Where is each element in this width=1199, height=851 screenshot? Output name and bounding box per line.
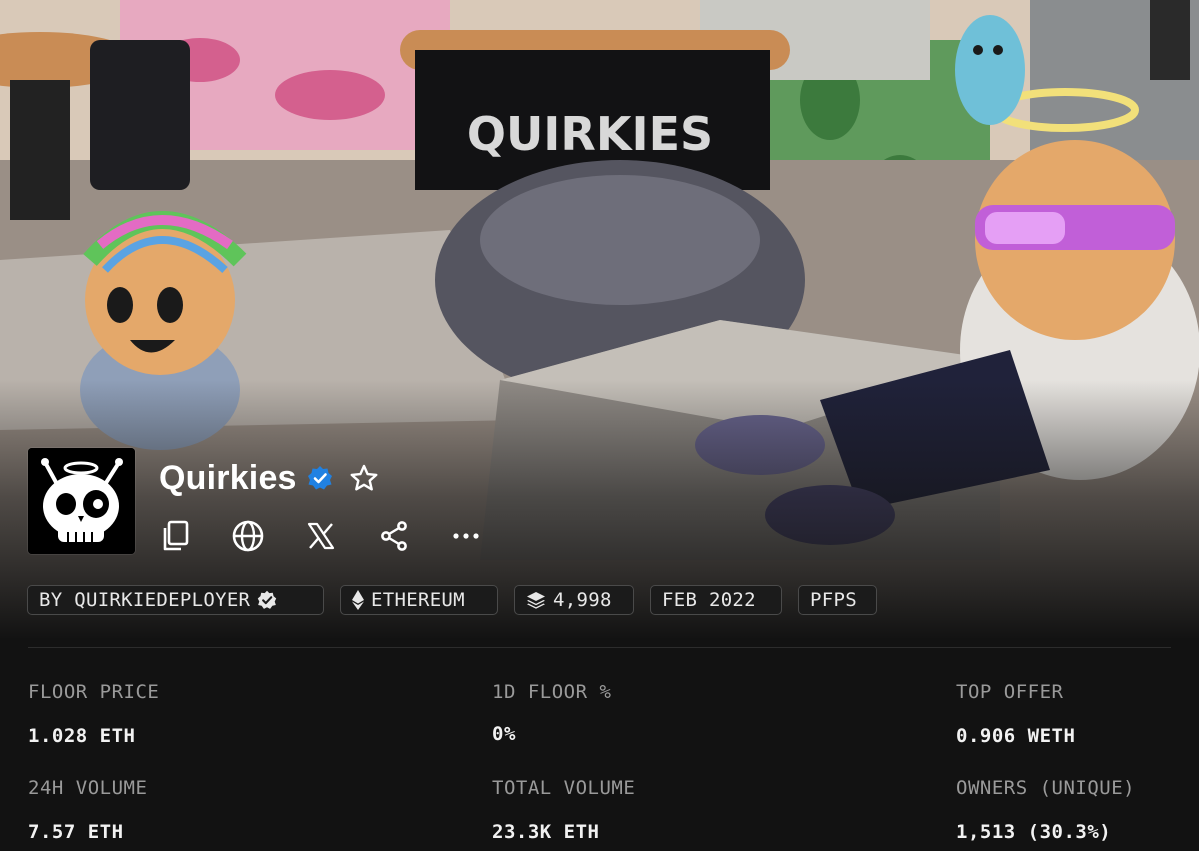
globe-icon xyxy=(232,520,264,552)
floor-change-value: 0% xyxy=(492,723,516,745)
ethereum-icon xyxy=(352,590,364,610)
collection-title: Quirkies xyxy=(159,458,297,497)
chain-label: ETHEREUM xyxy=(371,589,465,611)
top-offer-label: TOP OFFER xyxy=(956,681,1064,703)
copy-icon xyxy=(163,520,189,551)
creator-chip[interactable]: BY QUIRKIEDEPLOYER xyxy=(27,585,324,615)
share-button[interactable] xyxy=(374,516,414,556)
more-icon xyxy=(453,533,479,539)
created-date-chip: FEB 2022 xyxy=(650,585,782,615)
section-divider xyxy=(28,647,1171,648)
verified-badge-icon xyxy=(258,590,277,609)
floor-price-value: 1.028 ETH xyxy=(28,725,136,747)
x-twitter-button[interactable] xyxy=(301,516,341,556)
creator-label: BY QUIRKIEDEPLOYER xyxy=(39,589,251,611)
chain-chip[interactable]: ETHEREUM xyxy=(340,585,498,615)
collection-title-row: Quirkies xyxy=(159,455,379,501)
top-offer-value: 0.906 WETH xyxy=(956,725,1076,747)
items-count-chip: 4,998 xyxy=(514,585,634,615)
category-label: PFPS xyxy=(810,589,857,611)
owners-value: 1,513 (30.3%) xyxy=(956,821,1112,843)
more-button[interactable] xyxy=(446,516,486,556)
website-button[interactable] xyxy=(228,516,268,556)
created-date-label: FEB 2022 xyxy=(662,589,756,611)
items-count-label: 4,998 xyxy=(553,589,612,611)
copy-button[interactable] xyxy=(155,516,195,556)
floor-price-label: FLOOR PRICE xyxy=(28,681,160,703)
x-logo-icon xyxy=(307,522,335,550)
collection-avatar xyxy=(28,448,135,554)
verified-badge-icon xyxy=(307,465,333,491)
volume-24h-label: 24H VOLUME xyxy=(28,777,148,799)
skull-logo-icon xyxy=(28,448,135,554)
banner-sign-text: QUIRKIES xyxy=(467,107,713,161)
share-icon xyxy=(381,521,407,551)
total-volume-label: TOTAL VOLUME xyxy=(492,777,636,799)
star-outline-icon[interactable] xyxy=(349,463,379,493)
owners-label: OWNERS (UNIQUE) xyxy=(956,777,1136,799)
floor-change-label: 1D FLOOR % xyxy=(492,681,612,703)
category-chip[interactable]: PFPS xyxy=(798,585,877,615)
layers-icon xyxy=(527,592,545,609)
volume-24h-value: 7.57 ETH xyxy=(28,821,124,843)
total-volume-value: 23.3K ETH xyxy=(492,821,600,843)
